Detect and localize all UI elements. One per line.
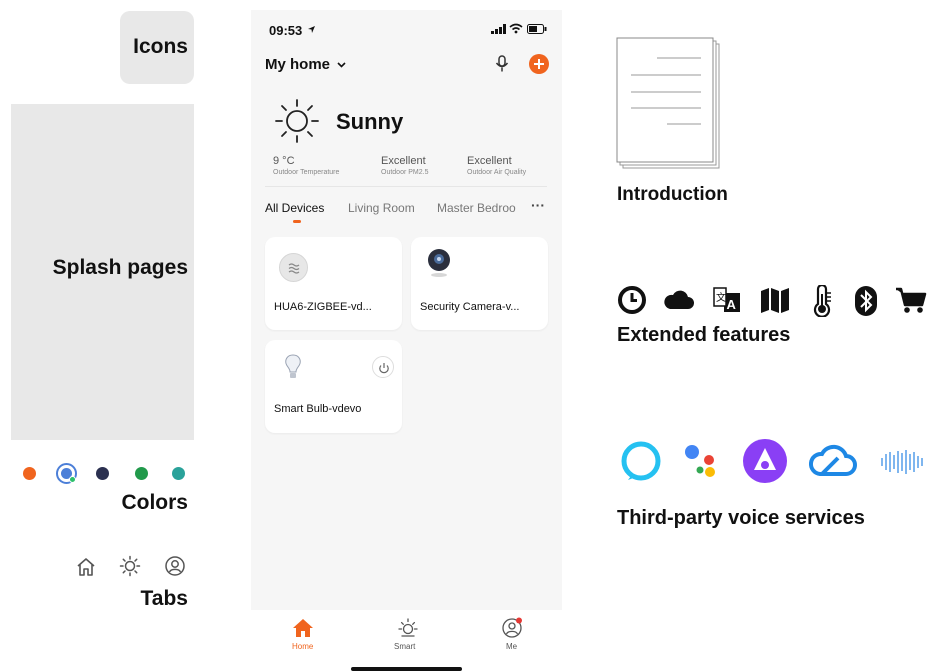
tab-me-label: Me	[506, 642, 518, 651]
colors-label: Colors	[121, 491, 188, 514]
stat-air-quality-label: Outdoor Air Quality	[467, 169, 527, 176]
alice-icon	[743, 439, 787, 483]
stat-pm25-label: Outdoor PM2.5	[381, 169, 429, 176]
icons-label: Icons	[133, 35, 188, 58]
splash-label: Splash pages	[52, 256, 188, 279]
stat-temperature-value: 9 °C	[273, 155, 295, 167]
tabs-label: Tabs	[140, 587, 188, 610]
add-button[interactable]	[529, 54, 549, 74]
wifi-icon	[509, 23, 523, 34]
sun-icon	[398, 618, 418, 637]
stat-temperature-label: Outdoor Temperature	[273, 169, 340, 176]
sun-icon	[119, 555, 141, 577]
home-icon	[293, 619, 313, 637]
divider	[265, 186, 547, 187]
color-swatch-orange	[23, 467, 36, 480]
chevron-down-icon	[337, 62, 347, 68]
color-swatch-navy	[96, 467, 109, 480]
stat-air-quality-value: Excellent	[467, 155, 512, 167]
phone-screen: 09:53 My home Sunny 9 °C Outdoor Tempera…	[251, 10, 562, 671]
color-swatch-blue	[56, 463, 77, 484]
status-time: 09:53	[269, 23, 303, 38]
device-name: Security Camera-v...	[420, 301, 520, 313]
location-icon	[308, 26, 315, 33]
voice-services-label: Third-party voice services	[617, 507, 865, 529]
clock-icon	[618, 286, 646, 314]
tab-living-room[interactable]: Living Room	[348, 201, 415, 215]
svg-text:A: A	[727, 297, 737, 312]
user-icon	[502, 617, 522, 638]
weather-condition: Sunny	[336, 109, 404, 134]
color-swatch-green	[135, 467, 148, 480]
tab-home-label: Home	[292, 642, 314, 651]
camera-icon	[428, 249, 450, 277]
more-rooms-button[interactable]: ···	[531, 197, 545, 213]
home-icon	[77, 558, 95, 576]
user-icon	[165, 556, 185, 576]
thermostat-icon	[279, 253, 308, 282]
thermometer-icon	[813, 285, 831, 317]
plus-icon	[534, 59, 544, 69]
document-icon	[616, 37, 720, 169]
home-name: My home	[265, 56, 331, 73]
power-icon	[379, 363, 389, 374]
tencent-cloud-icon	[809, 444, 857, 476]
extended-features-label: Extended features	[617, 324, 791, 346]
device-card[interactable]: Smart Bulb-vdevo	[265, 340, 402, 433]
sunny-weather-icon	[275, 99, 319, 143]
tab-master-bedroom[interactable]: Master Bedroo	[437, 198, 525, 216]
power-button[interactable]	[372, 356, 394, 378]
device-card[interactable]: Security Camera-v...	[411, 237, 548, 330]
tab-home[interactable]: Home	[287, 618, 319, 658]
tab-smart-label: Smart	[394, 642, 416, 651]
google-assistant-icon	[685, 445, 715, 477]
tab-me[interactable]: Me	[497, 617, 529, 657]
light-bulb-icon	[285, 354, 301, 378]
bottom-tab-bar: Home Smart Me	[251, 610, 562, 671]
cart-icon	[896, 287, 927, 313]
stat-pm25-value: Excellent	[381, 155, 426, 167]
cloud-icon	[664, 290, 694, 309]
battery-icon	[527, 24, 547, 34]
duer-icon	[881, 450, 923, 474]
device-card[interactable]: HUA6-ZIGBEE-vd...	[265, 237, 402, 330]
tab-all-devices[interactable]: All Devices	[265, 201, 324, 215]
home-indicator	[351, 667, 462, 671]
color-swatch-teal	[172, 467, 185, 480]
introduction-label: Introduction	[617, 184, 728, 205]
microphone-icon[interactable]	[495, 55, 509, 73]
svg-text:文: 文	[716, 291, 726, 304]
tab-smart[interactable]: Smart	[392, 617, 424, 657]
bluetooth-icon	[855, 286, 877, 316]
alexa-icon	[621, 441, 661, 481]
device-name: HUA6-ZIGBEE-vd...	[274, 301, 372, 313]
tab-master-bedroom-label: Master Bedroo	[437, 201, 516, 215]
active-tab-indicator	[293, 220, 301, 223]
translate-icon: A 文	[713, 287, 740, 312]
device-name: Smart Bulb-vdevo	[274, 403, 362, 415]
home-selector[interactable]: My home	[265, 56, 347, 76]
map-icon	[761, 288, 789, 313]
signal-icon	[491, 24, 506, 34]
